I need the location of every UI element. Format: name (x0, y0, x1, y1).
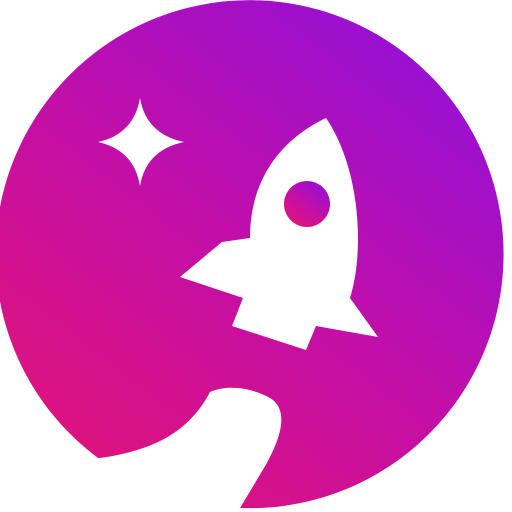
rocket-window (284, 181, 330, 227)
rocket-logo-svg (0, 0, 504, 509)
app-icon (0, 0, 512, 512)
